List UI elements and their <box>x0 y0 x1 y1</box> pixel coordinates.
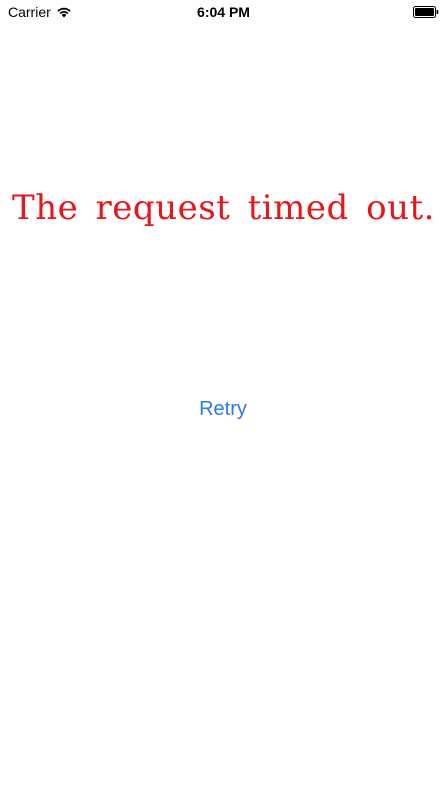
battery-full-icon <box>413 6 439 18</box>
screen: Carrier 6:04 PM The request timed out. R… <box>0 0 447 795</box>
error-message: The request timed out. <box>12 188 435 228</box>
status-time: 6:04 PM <box>197 4 250 20</box>
status-bar: Carrier 6:04 PM <box>0 0 447 24</box>
retry-button[interactable]: Retry <box>173 394 273 424</box>
